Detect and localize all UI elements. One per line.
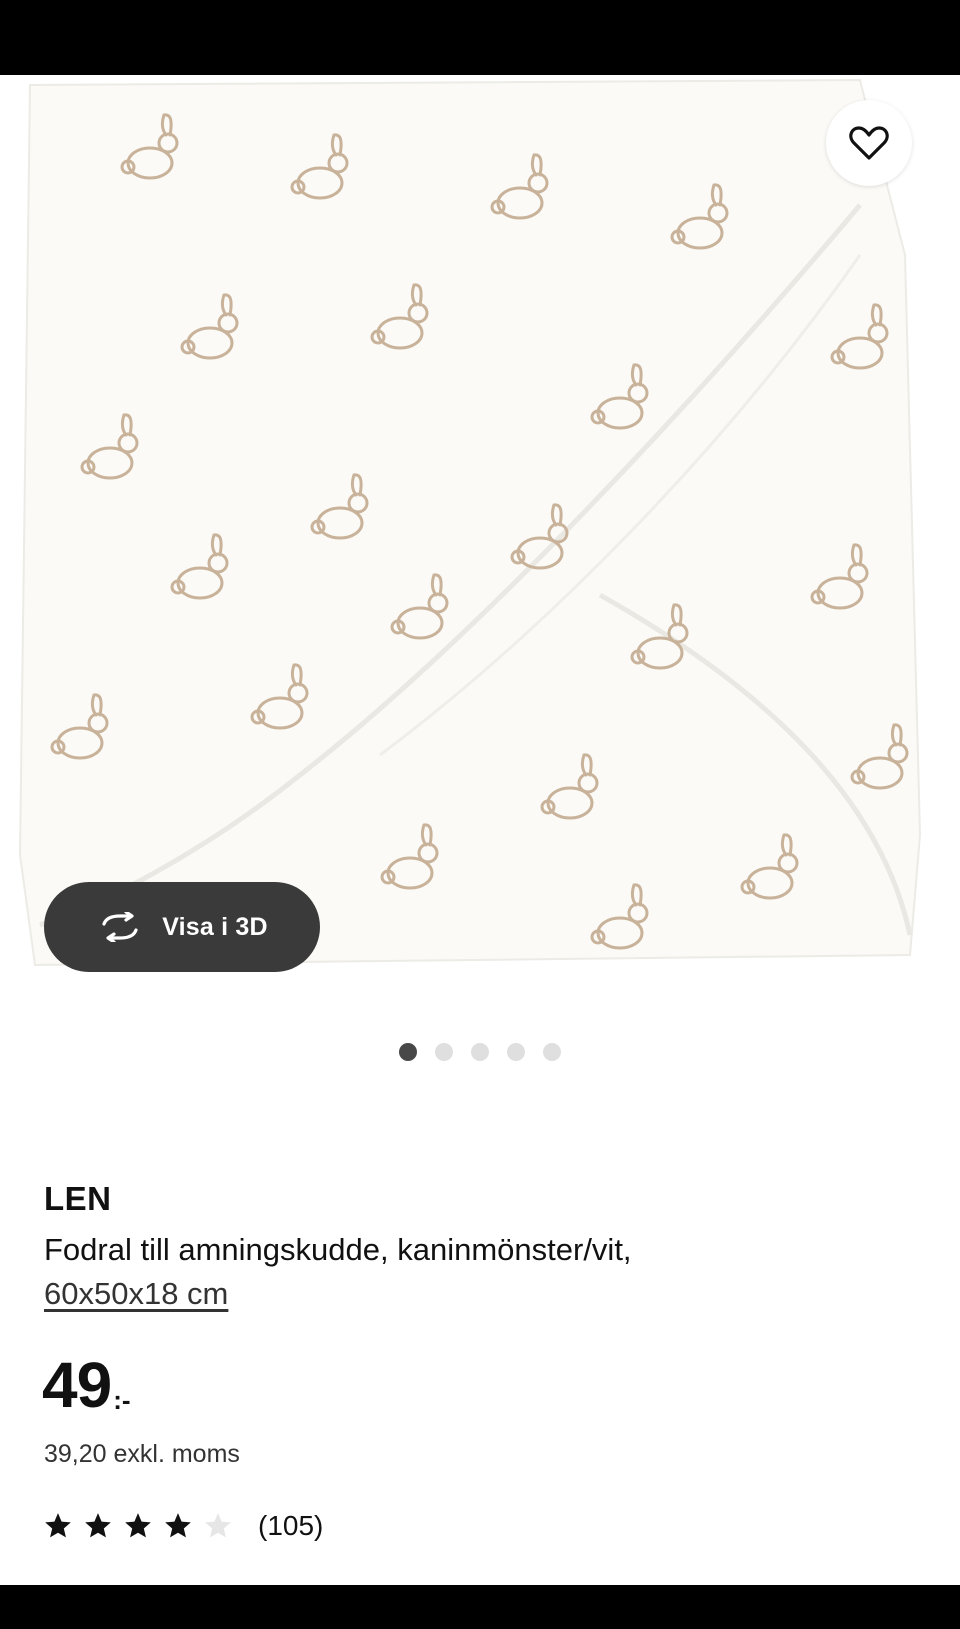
- rating-stars: [44, 1512, 232, 1540]
- price-excl-vat: 39,20 exkl. moms: [44, 1440, 240, 1468]
- carousel-dot[interactable]: [543, 1043, 561, 1061]
- carousel-dot[interactable]: [399, 1043, 417, 1061]
- carousel-dot[interactable]: [435, 1043, 453, 1061]
- product-rating[interactable]: (105): [44, 1510, 323, 1542]
- favorite-button[interactable]: [826, 100, 912, 186]
- product-page: Visa i 3D LEN Fodral till amningskudde, …: [0, 0, 960, 1629]
- star-filled-icon: [85, 1513, 111, 1538]
- product-name: LEN: [44, 1180, 112, 1217]
- status-bar: [0, 0, 960, 75]
- product-description: Fodral till amningskudde, kaninmönster/v…: [44, 1232, 632, 1267]
- rotate-icon: [102, 912, 138, 942]
- navigation-bar: [0, 1585, 960, 1629]
- star-filled-icon: [125, 1513, 151, 1538]
- view-3d-button[interactable]: Visa i 3D: [44, 882, 320, 972]
- view-3d-label: Visa i 3D: [162, 912, 268, 941]
- price-value: 49: [42, 1349, 112, 1421]
- carousel-dot[interactable]: [471, 1043, 489, 1061]
- image-carousel-indicator: [0, 1043, 960, 1061]
- product-size-link[interactable]: 60x50x18 cm: [44, 1272, 228, 1316]
- star-filled-icon: [45, 1513, 71, 1538]
- star-empty-icon: [205, 1513, 231, 1538]
- product-price: 49 :-: [42, 1352, 131, 1418]
- price-suffix: :-: [113, 1385, 131, 1415]
- heart-icon: [849, 126, 889, 160]
- star-filled-icon: [165, 1513, 191, 1538]
- carousel-dot[interactable]: [507, 1043, 525, 1061]
- review-count: (105): [258, 1510, 324, 1541]
